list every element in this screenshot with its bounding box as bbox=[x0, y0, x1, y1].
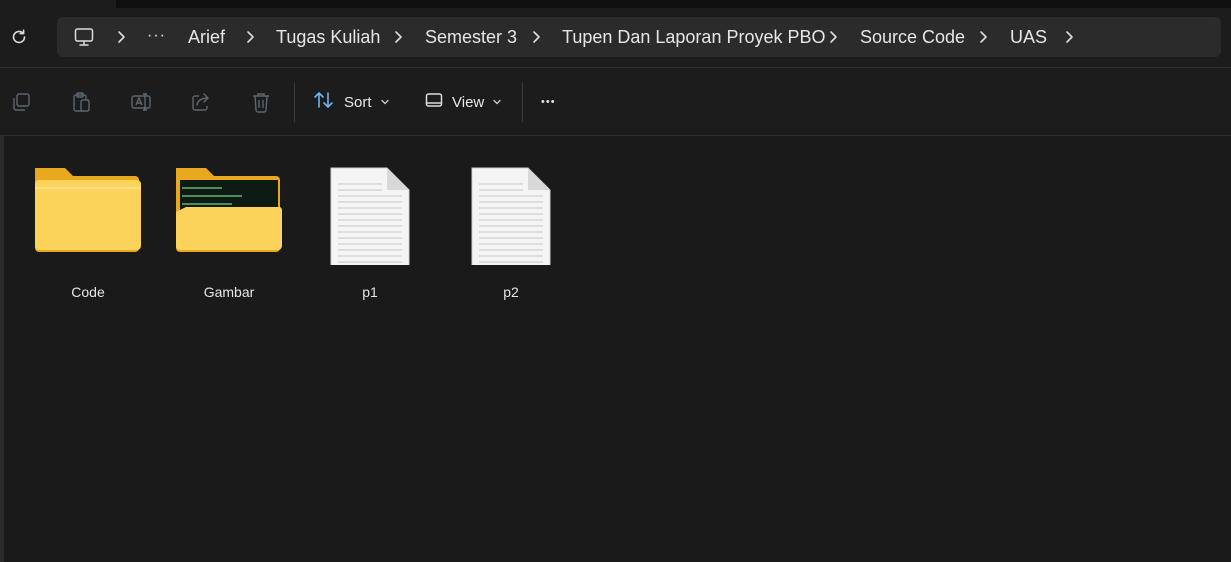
chevron-right-icon[interactable] bbox=[244, 29, 256, 45]
refresh-icon[interactable] bbox=[8, 26, 30, 48]
sort-label: Sort bbox=[344, 93, 372, 111]
view-icon bbox=[424, 90, 444, 114]
rename-icon[interactable] bbox=[129, 90, 153, 114]
title-bar-strip bbox=[116, 0, 1231, 8]
folder-with-preview-icon bbox=[164, 150, 294, 265]
chevron-right-icon[interactable] bbox=[530, 29, 542, 45]
file-item-label: Gambar bbox=[203, 284, 255, 300]
breadcrumb-overflow-button[interactable]: ··· bbox=[147, 27, 166, 45]
text-file-icon bbox=[446, 150, 576, 273]
delete-icon[interactable] bbox=[249, 90, 273, 114]
file-item-label: p2 bbox=[503, 284, 519, 300]
chevron-right-icon[interactable] bbox=[1063, 29, 1075, 45]
file-item-p1[interactable]: p1 bbox=[305, 150, 435, 300]
breadcrumb-item[interactable]: Arief bbox=[188, 27, 225, 48]
this-pc-icon[interactable] bbox=[73, 26, 95, 48]
copy-icon[interactable] bbox=[9, 90, 33, 114]
file-item-p2[interactable]: p2 bbox=[446, 150, 576, 300]
file-item-label: Code bbox=[71, 284, 105, 300]
chevron-right-icon[interactable] bbox=[392, 29, 404, 45]
file-view: Code Gambar p1 p2 bbox=[0, 136, 1231, 562]
pane-edge bbox=[0, 136, 4, 562]
breadcrumb-item[interactable]: Tugas Kuliah bbox=[276, 27, 380, 48]
text-file-icon bbox=[305, 150, 435, 273]
sort-button[interactable]: Sort bbox=[312, 88, 390, 116]
share-icon[interactable] bbox=[189, 90, 213, 114]
more-icon: ••• bbox=[541, 96, 556, 108]
chevron-down-icon bbox=[380, 94, 390, 111]
breadcrumb-item[interactable]: Source Code bbox=[860, 27, 965, 48]
folder-icon bbox=[23, 150, 153, 265]
toolbar-divider bbox=[522, 82, 523, 122]
file-item-code[interactable]: Code bbox=[23, 150, 153, 300]
sort-icon bbox=[312, 90, 336, 114]
breadcrumb-item[interactable]: Semester 3 bbox=[425, 27, 517, 48]
more-options-button[interactable]: ••• bbox=[541, 88, 556, 116]
address-bar[interactable]: ··· Arief Tugas Kuliah Semester 3 Tupen … bbox=[57, 17, 1221, 57]
chevron-down-icon bbox=[492, 94, 502, 111]
breadcrumb-item[interactable]: Tupen Dan Laporan Proyek PBO bbox=[562, 27, 826, 48]
paste-icon[interactable] bbox=[69, 90, 93, 114]
toolbar-divider bbox=[294, 82, 295, 122]
view-button[interactable]: View bbox=[424, 88, 502, 116]
chevron-right-icon[interactable] bbox=[977, 29, 989, 45]
command-bar: Sort View ••• bbox=[0, 67, 1231, 136]
file-item-gambar[interactable]: Gambar bbox=[164, 150, 294, 300]
view-label: View bbox=[452, 93, 485, 111]
breadcrumb-item[interactable]: UAS bbox=[1010, 27, 1047, 48]
chevron-right-icon[interactable] bbox=[827, 29, 839, 45]
file-item-label: p1 bbox=[362, 284, 378, 300]
chevron-right-icon[interactable] bbox=[115, 29, 127, 45]
address-row: ··· Arief Tugas Kuliah Semester 3 Tupen … bbox=[0, 8, 1231, 67]
